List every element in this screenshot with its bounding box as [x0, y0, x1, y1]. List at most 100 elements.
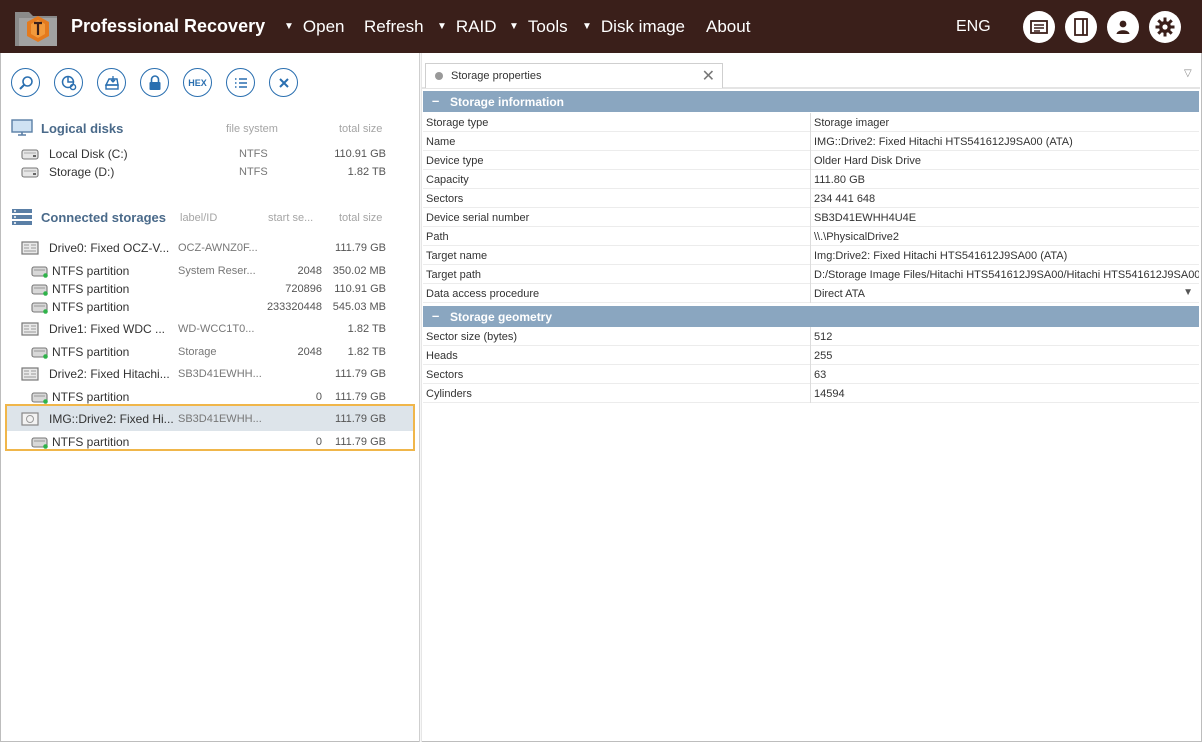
- scan-icon: [61, 75, 76, 90]
- storage-size: 1.82 TB: [347, 323, 386, 335]
- column-separator: [810, 346, 811, 365]
- gear-icon: [1155, 17, 1175, 37]
- storage-label: WD-WCC1T0...: [178, 323, 255, 335]
- column-separator: [810, 208, 811, 227]
- logical-disk-size: 1.82 TB: [347, 166, 386, 178]
- property-row[interactable]: Heads 255: [423, 346, 1199, 365]
- partition-row[interactable]: NTFS partition System Reser... 2048 350.02 …: [0, 262, 419, 280]
- property-key: Cylinders: [426, 388, 472, 400]
- list-button[interactable]: [226, 68, 255, 97]
- close-button[interactable]: [269, 68, 298, 97]
- menu-tools[interactable]: ▼ Tools: [509, 17, 568, 37]
- log-button[interactable]: [1023, 11, 1055, 43]
- partition-row[interactable]: NTFS partition 720896 110.91 GB: [0, 280, 419, 298]
- logical-disk-row[interactable]: Local Disk (C:) NTFS 110.91 GB: [0, 145, 419, 163]
- menu-raid[interactable]: ▼ RAID: [437, 17, 497, 37]
- col-total-size-storages: total size: [339, 212, 383, 224]
- menu-refresh[interactable]: Refresh: [364, 17, 424, 37]
- tab-close-icon[interactable]: ✕: [702, 66, 715, 86]
- property-value: SB3D41EWHH4U4E: [814, 212, 917, 224]
- tab-label: Storage properties: [451, 70, 542, 82]
- property-row[interactable]: Target name Img:Drive2: Fixed Hitachi HTS…: [423, 246, 1199, 265]
- scan-button[interactable]: [54, 68, 83, 97]
- search-icon: [18, 75, 33, 90]
- logical-disk-icon: [21, 167, 39, 178]
- user-icon: [1116, 20, 1130, 34]
- property-key: Sector size (bytes): [426, 331, 518, 343]
- group-storage-geometry[interactable]: – Storage geometry: [423, 306, 1199, 327]
- property-row[interactable]: Device type Older Hard Disk Drive: [423, 151, 1199, 170]
- settings-button[interactable]: [1149, 11, 1181, 43]
- property-row[interactable]: Data access procedure Direct ATA ▼: [423, 284, 1199, 303]
- storage-start-sector: 720896: [285, 283, 322, 295]
- search-button[interactable]: [11, 68, 40, 97]
- property-row[interactable]: Device serial number SB3D41EWHH4U4E: [423, 208, 1199, 227]
- property-row[interactable]: Cylinders 14594: [423, 384, 1199, 403]
- app-logo-icon: [15, 12, 57, 46]
- menu-open[interactable]: ▼ Open: [284, 17, 345, 37]
- logical-disk-row[interactable]: Storage (D:) NTFS 1.82 TB: [0, 163, 419, 181]
- property-row[interactable]: Name IMG::Drive2: Fixed Hitachi HTS541612…: [423, 132, 1199, 151]
- logical-disk-name: Local Disk (C:): [49, 147, 128, 161]
- column-separator: [810, 132, 811, 151]
- property-key: Capacity: [426, 174, 469, 186]
- menu-about[interactable]: About: [706, 17, 750, 37]
- chevron-down-icon[interactable]: ▼: [1183, 287, 1193, 298]
- app-title: Professional Recovery: [71, 16, 266, 36]
- user-button[interactable]: [1107, 11, 1139, 43]
- storage-name: NTFS partition: [52, 282, 130, 296]
- column-separator: [810, 284, 811, 303]
- column-separator: [810, 246, 811, 265]
- logical-disk-size: 110.91 GB: [334, 148, 386, 160]
- log-icon: [1030, 20, 1048, 34]
- col-label-id: label/ID: [180, 212, 218, 224]
- language-selector[interactable]: ENG: [956, 18, 991, 36]
- hard-drive-icon: [21, 367, 39, 381]
- property-key: Device serial number: [426, 212, 530, 224]
- property-row[interactable]: Storage type Storage imager: [423, 113, 1199, 132]
- property-key: Target path: [426, 269, 482, 281]
- panel-splitter[interactable]: [419, 53, 422, 742]
- logical-disk-fs: NTFS: [239, 148, 268, 160]
- partition-row[interactable]: NTFS partition Storage 2048 1.82 TB: [0, 343, 419, 361]
- property-row[interactable]: Target path D:/Storage Image Files/Hitach…: [423, 265, 1199, 284]
- hex-icon: HEX: [188, 77, 207, 88]
- storage-label: OCZ-AWNZ0F...: [178, 242, 258, 254]
- group-storage-information[interactable]: – Storage information: [423, 91, 1199, 112]
- property-row[interactable]: Sector size (bytes) 512: [423, 327, 1199, 346]
- storage-size: 111.79 GB: [335, 368, 386, 380]
- close-icon: [278, 77, 289, 88]
- tab-storage-properties[interactable]: Storage properties ✕: [425, 63, 723, 88]
- storage-drive-row[interactable]: Drive2: Fixed Hitachi... SB3D41EWHH... 111…: [0, 365, 419, 383]
- collapse-icon: –: [432, 308, 440, 323]
- property-row[interactable]: Sectors 234 441 648: [423, 189, 1199, 208]
- lock-button[interactable]: [140, 68, 169, 97]
- property-row[interactable]: Capacity 111.80 GB: [423, 170, 1199, 189]
- partition-row[interactable]: NTFS partition 233320448 545.03 MB: [0, 298, 419, 316]
- storage-drive-row[interactable]: Drive1: Fixed WDC ... WD-WCC1T0... 1.82 TB: [0, 320, 419, 338]
- tab-status-icon: [435, 72, 443, 80]
- partition-icon: [31, 347, 48, 359]
- tab-overflow-icon[interactable]: ▽: [1184, 68, 1192, 79]
- storage-size: 350.02 MB: [332, 265, 386, 277]
- storage-drive-row[interactable]: Drive0: Fixed OCZ-V... OCZ-AWNZ0F... 111.7…: [0, 239, 419, 257]
- property-row[interactable]: Path \\.\PhysicalDrive2: [423, 227, 1199, 246]
- panel-toggle-button[interactable]: [1065, 11, 1097, 43]
- column-separator: [810, 384, 811, 403]
- col-file-system: file system: [226, 123, 278, 135]
- property-value: \\.\PhysicalDrive2: [814, 231, 899, 243]
- group-title: Storage information: [450, 95, 565, 109]
- logical-disks-title: Logical disks: [41, 121, 124, 136]
- property-key: Device type: [426, 155, 484, 167]
- property-value: D:/Storage Image Files/Hitachi HTS541612…: [814, 269, 1199, 281]
- property-value: Storage imager: [814, 117, 890, 129]
- property-value: IMG::Drive2: Fixed Hitachi HTS541612J9SA…: [814, 136, 1073, 148]
- hex-button[interactable]: HEX: [183, 68, 212, 97]
- storage-size: 110.91 GB: [334, 283, 386, 295]
- menu-disk-image[interactable]: ▼ Disk image: [582, 17, 685, 37]
- property-row[interactable]: Sectors 63: [423, 365, 1199, 384]
- save-button[interactable]: [97, 68, 126, 97]
- storage-size: 545.03 MB: [332, 301, 386, 313]
- property-key: Target name: [426, 250, 488, 262]
- storage-name: Drive1: Fixed WDC ...: [49, 322, 166, 336]
